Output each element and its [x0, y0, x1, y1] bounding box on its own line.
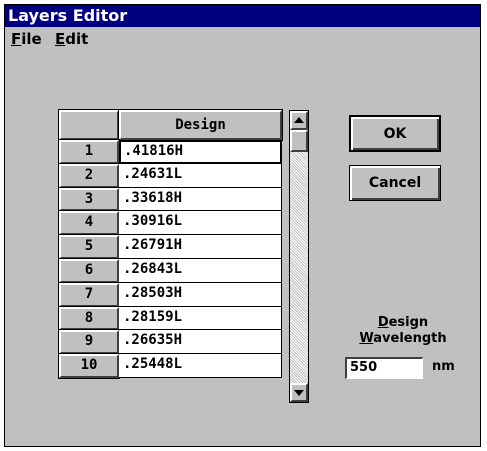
row-header[interactable]: 6 [58, 258, 120, 284]
row-header[interactable]: 10 [58, 353, 120, 379]
row-header[interactable]: 1 [58, 139, 120, 165]
arrow-down-icon [294, 390, 304, 396]
layer-value-cell[interactable]: .25448L [119, 354, 282, 378]
row-header[interactable]: 5 [58, 234, 120, 260]
layer-value-cell[interactable]: .30916L [119, 211, 282, 236]
window-title: Layers Editor [8, 6, 128, 25]
vertical-scrollbar[interactable] [289, 110, 309, 403]
layer-value-cell[interactable]: .33618H [119, 187, 282, 212]
row-header[interactable]: 7 [58, 281, 120, 308]
scroll-up-button[interactable] [290, 111, 308, 130]
menu-edit[interactable]: Edit [55, 27, 88, 51]
layer-value-cell[interactable]: .41816H [119, 140, 282, 164]
layer-value-cell[interactable]: .28503H [119, 282, 282, 307]
layer-value-cell[interactable]: .24631L [119, 163, 282, 188]
table-corner-header[interactable] [58, 109, 120, 141]
design-wavelength-input[interactable]: 550 [345, 357, 423, 379]
arrow-up-icon [294, 117, 304, 123]
layers-editor-window: Layers Editor File Edit Design 1.41816H 2… [4, 4, 481, 447]
design-wavelength-label-line1: Design [377, 315, 429, 330]
menu-bar: File Edit [5, 27, 480, 51]
scroll-down-button[interactable] [290, 383, 308, 402]
column-header-design[interactable]: Design [118, 109, 283, 141]
cancel-button[interactable]: Cancel [349, 165, 441, 201]
row-header[interactable]: 3 [58, 186, 120, 213]
scroll-thumb[interactable] [290, 130, 308, 152]
layer-value-cell[interactable]: .26843L [119, 259, 282, 283]
title-bar[interactable]: Layers Editor [5, 5, 480, 27]
layer-value-cell[interactable]: .28159L [119, 306, 282, 331]
wavelength-unit-label: nm [432, 359, 455, 374]
row-header[interactable]: 2 [58, 162, 120, 189]
ok-button[interactable]: OK [349, 115, 441, 152]
design-wavelength-label-line2: Wavelength [359, 331, 447, 346]
layer-value-cell[interactable]: .26635H [119, 330, 282, 355]
row-header[interactable]: 8 [58, 305, 120, 332]
row-header[interactable]: 4 [58, 210, 120, 237]
row-header[interactable]: 9 [58, 329, 120, 356]
layer-value-cell[interactable]: .26791H [119, 235, 282, 259]
menu-file[interactable]: File [11, 27, 42, 51]
